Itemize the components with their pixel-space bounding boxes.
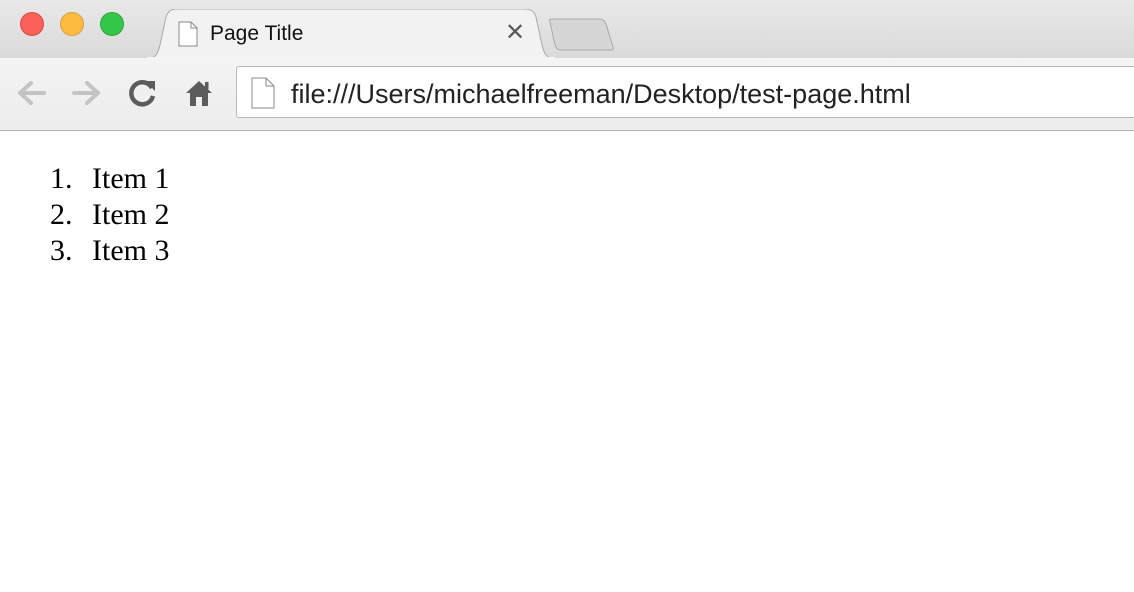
home-icon[interactable] <box>182 76 216 110</box>
list-item-text: Item 3 <box>92 234 170 267</box>
list-item: 3. Item 3 <box>50 233 169 269</box>
document-icon <box>178 21 198 52</box>
url-text[interactable]: file:///Users/michaelfreeman/Desktop/tes… <box>291 79 911 110</box>
window-maximize-button[interactable] <box>100 12 124 36</box>
window-minimize-button[interactable] <box>60 12 84 36</box>
document-icon <box>251 77 275 114</box>
ordered-list: 1. Item 1 2. Item 2 3. Item 3 <box>50 161 169 269</box>
new-tab-button[interactable] <box>549 17 615 51</box>
list-item: 2. Item 2 <box>50 197 169 233</box>
address-bar[interactable]: file:///Users/michaelfreeman/Desktop/tes… <box>236 66 1134 118</box>
reload-icon[interactable] <box>126 76 160 110</box>
list-item-number: 1. <box>50 162 73 195</box>
list-item: 1. Item 1 <box>50 161 169 197</box>
browser-toolbar: file:///Users/michaelfreeman/Desktop/tes… <box>0 58 1134 131</box>
active-tab[interactable]: Page Title ✕ <box>146 9 556 59</box>
list-item-text: Item 1 <box>92 162 170 195</box>
list-item-number: 3. <box>50 234 73 267</box>
tab-shape <box>146 9 556 59</box>
tab-title: Page Title <box>210 22 304 45</box>
arrow-left-icon[interactable] <box>14 76 48 110</box>
close-tab-icon[interactable]: ✕ <box>504 20 526 44</box>
page-content: 1. Item 1 2. Item 2 3. Item 3 <box>0 131 1134 592</box>
list-item-text: Item 2 <box>92 198 170 231</box>
window-close-button[interactable] <box>20 12 44 36</box>
arrow-right-icon[interactable] <box>70 76 104 110</box>
list-item-number: 2. <box>50 198 73 231</box>
tab-strip: Page Title ✕ <box>0 0 1134 59</box>
